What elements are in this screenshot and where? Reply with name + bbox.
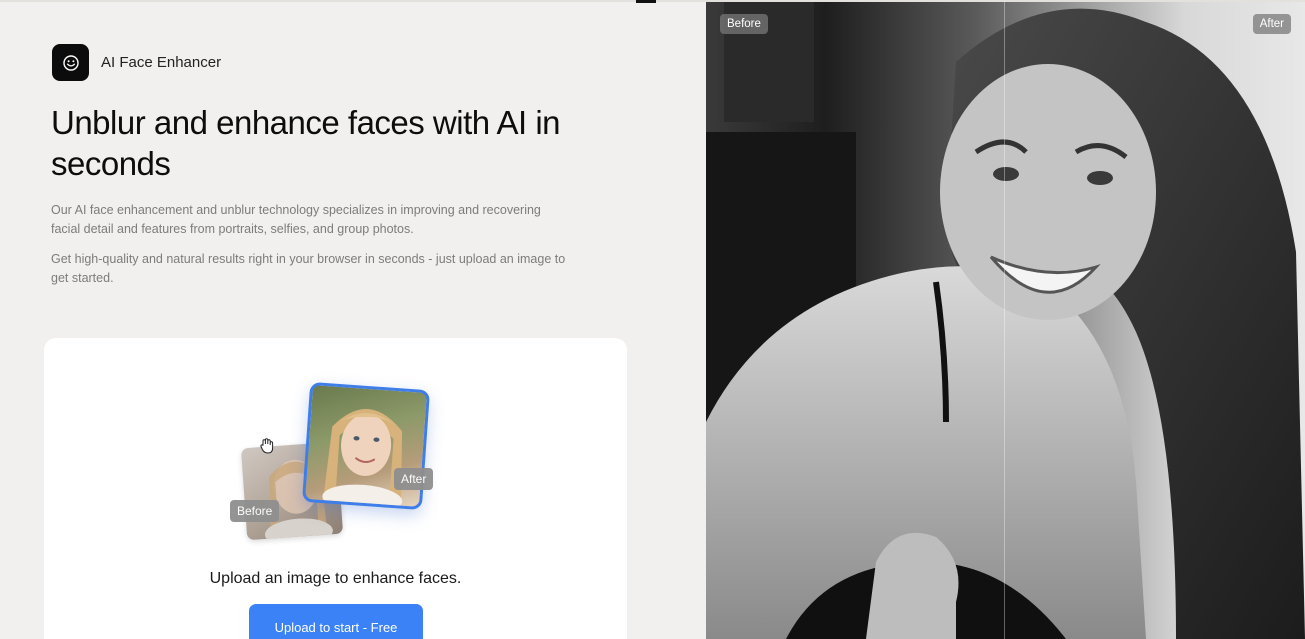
comparison-after-label: After — [1252, 14, 1291, 34]
page-title: Unblur and enhance faces with AI in seco… — [51, 104, 561, 182]
before-badge: Before — [230, 500, 280, 522]
hand-cursor-icon — [258, 437, 276, 460]
brand: AI Face Enhancer — [52, 44, 221, 81]
left-panel: AI Face Enhancer Unblur and enhance face… — [0, 0, 706, 639]
after-thumbnail — [301, 381, 431, 511]
comparison-panel[interactable]: Before After — [706, 2, 1305, 639]
description-paragraph-1: Our AI face enhancement and unblur techn… — [51, 203, 541, 236]
after-badge: After — [394, 468, 434, 490]
comparison-before-label: Before — [720, 14, 768, 34]
comparison-slider-handle[interactable] — [1004, 2, 1005, 639]
description-paragraph-2: Get high-quality and natural results rig… — [51, 252, 566, 285]
smiley-face-icon — [52, 44, 89, 81]
upload-button[interactable]: Upload to start - Free — [249, 604, 423, 639]
brand-name: AI Face Enhancer — [101, 54, 222, 71]
comparison-photo — [706, 2, 1305, 639]
upload-card[interactable]: Before After Upload an image to enhance … — [44, 338, 627, 639]
upload-prompt: Upload an image to enhance faces. — [209, 570, 462, 587]
before-after-illustration: Before After — [228, 381, 448, 542]
